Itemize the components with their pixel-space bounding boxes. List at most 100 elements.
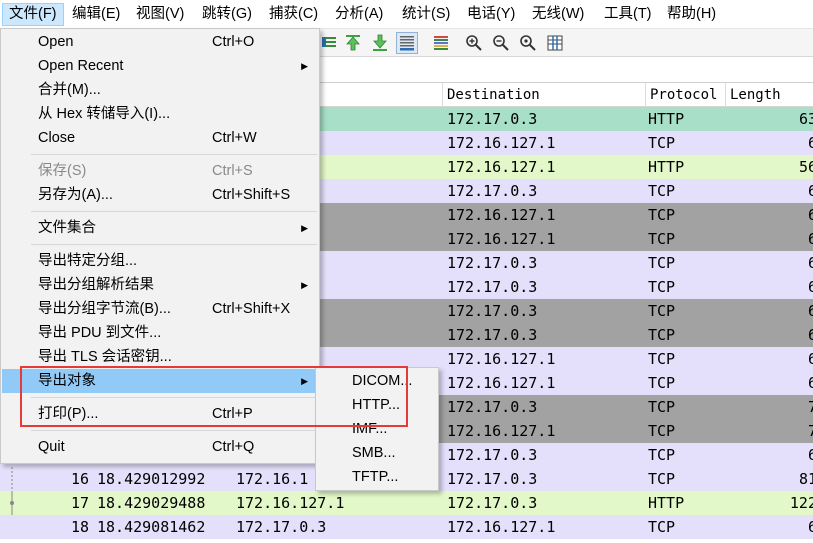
packet-time-cell: 18.429081462 [97, 518, 206, 536]
submenu-item-imf[interactable]: IMF... [317, 417, 437, 441]
packet-destination-cell: 172.16.127.1 [447, 374, 556, 392]
menu-item-quit[interactable]: Quit Ctrl+Q [2, 435, 320, 459]
packet-destination-cell: 172.16.127.1 [447, 350, 556, 368]
packet-destination-cell: 172.16.127.1 [447, 518, 556, 536]
packet-time-cell: 18.429029488 [97, 494, 206, 512]
menu-capture[interactable]: 捕获(C) [263, 3, 324, 26]
zoom-in-icon[interactable] [463, 32, 485, 54]
packet-length-cell: 63 [798, 110, 813, 128]
packet-destination-cell: 172.17.0.3 [447, 398, 538, 416]
packet-length-cell: 6 [807, 230, 813, 248]
submenu-arrow-icon: ▶ [301, 223, 308, 233]
packet-destination-cell: 172.17.0.3 [447, 302, 538, 320]
packet-source-cell: 172.16.1 [236, 470, 309, 488]
packet-length-cell: 6 [807, 518, 813, 536]
menu-separator [31, 154, 317, 155]
packet-length-cell: 56 [798, 158, 813, 176]
autoscroll-icon[interactable] [396, 32, 418, 54]
resize-columns-icon[interactable] [544, 32, 566, 54]
menu-item-export-packet-dissections[interactable]: 导出分组解析结果 ▶ [2, 273, 320, 297]
packet-destination-cell: 172.16.127.1 [447, 134, 556, 152]
menu-item-open-recent[interactable]: Open Recent ▶ [2, 54, 320, 78]
menu-bar: 文件(F) 编辑(E) 视图(V) 跳转(G) 捕获(C) 分析(A) 统计(S… [0, 0, 813, 29]
packet-length-cell: 81 [798, 470, 813, 488]
export-objects-submenu: DICOM... HTTP... IMF... SMB... TFTP... [315, 367, 439, 491]
colorize-icon[interactable] [430, 32, 452, 54]
packet-destination-cell: 172.17.0.3 [447, 446, 538, 464]
submenu-item-smb[interactable]: SMB... [317, 441, 437, 465]
menu-item-print[interactable]: 打印(P)... Ctrl+P [2, 402, 320, 426]
packet-length-cell: 6 [807, 326, 813, 344]
menu-item-import-hex[interactable]: 从 Hex 转储导入(I)... [2, 102, 320, 126]
menu-item-file-set[interactable]: 文件集合 ▶ [2, 216, 320, 240]
menu-file[interactable]: 文件(F) [2, 3, 64, 26]
packet-length-cell: 6 [807, 374, 813, 392]
menu-statistics[interactable]: 统计(S) [396, 3, 456, 26]
packet-destination-cell: 172.17.0.3 [447, 326, 538, 344]
menu-item-export-pdus[interactable]: 导出 PDU 到文件... [2, 321, 320, 345]
packet-protocol-cell: TCP [648, 134, 676, 152]
go-down-icon[interactable] [369, 32, 391, 54]
packet-length-cell: 7 [807, 398, 813, 416]
submenu-item-dicom[interactable]: DICOM... [317, 369, 437, 393]
column-header-destination[interactable]: Destination [442, 83, 646, 107]
menu-item-save-as[interactable]: 另存为(A)... Ctrl+Shift+S [2, 183, 320, 207]
menu-edit[interactable]: 编辑(E) [66, 3, 126, 26]
table-row[interactable]: 17 18.429029488 172.16.127.1 172.17.0.3 HTTP… [0, 491, 813, 515]
packet-protocol-cell: TCP [648, 350, 676, 368]
packet-length-cell: 6 [807, 182, 813, 200]
menu-item-export-tls-keys[interactable]: 导出 TLS 会话密钥... [2, 345, 320, 369]
packet-number-cell: 16 [70, 470, 89, 488]
zoom-reset-icon[interactable] [517, 32, 539, 54]
packet-destination-cell: 172.17.0.3 [447, 470, 538, 488]
packet-length-cell: 6 [807, 206, 813, 224]
submenu-arrow-icon: ▶ [301, 376, 308, 386]
packet-protocol-cell: TCP [648, 206, 676, 224]
coloring-rules-icon[interactable] [318, 32, 340, 54]
menu-separator [31, 397, 317, 398]
menu-tools[interactable]: 工具(T) [598, 3, 658, 26]
packet-protocol-cell: TCP [648, 278, 676, 296]
menu-item-export-packet-bytes[interactable]: 导出分组字节流(B)... Ctrl+Shift+X [2, 297, 320, 321]
menu-go[interactable]: 跳转(G) [196, 3, 258, 26]
menu-telephony[interactable]: 电话(Y) [461, 3, 521, 26]
menu-wireless[interactable]: 无线(W) [526, 3, 590, 26]
packet-protocol-cell: HTTP [648, 494, 685, 512]
packet-protocol-cell: TCP [648, 446, 676, 464]
file-menu: Open Ctrl+O Open Recent ▶ 合并(M)... 从 Hex 转… [0, 28, 320, 464]
go-up-icon[interactable] [342, 32, 364, 54]
menu-item-merge[interactable]: 合并(M)... [2, 78, 320, 102]
packet-length-cell: 6 [807, 446, 813, 464]
menu-item-save: 保存(S) Ctrl+S [38, 163, 253, 179]
packet-destination-cell: 172.16.127.1 [447, 230, 556, 248]
packet-number-cell: 17 [70, 494, 89, 512]
packet-protocol-cell: TCP [648, 398, 676, 416]
packet-length-cell: 122 [789, 494, 813, 512]
zoom-out-icon[interactable] [490, 32, 512, 54]
menu-view[interactable]: 视图(V) [130, 3, 190, 26]
packet-length-cell: 6 [807, 302, 813, 320]
column-header-length[interactable]: Length [725, 83, 813, 107]
menu-analyze[interactable]: 分析(A) [329, 3, 389, 26]
related-packet-marker [8, 491, 17, 515]
table-row[interactable]: 18 18.429081462 172.17.0.3 172.16.127.1 TCP 6 [0, 515, 813, 539]
submenu-item-http[interactable]: HTTP... [317, 393, 437, 417]
packet-protocol-cell: TCP [648, 182, 676, 200]
menu-help[interactable]: 帮助(H) [661, 3, 722, 26]
menu-item-export-specified-packets[interactable]: 导出特定分组... [2, 249, 320, 273]
column-header-protocol[interactable]: Protocol [645, 83, 726, 107]
menu-item-open[interactable]: Open Ctrl+O [2, 30, 320, 54]
packet-protocol-cell: TCP [648, 518, 676, 536]
menu-item-close[interactable]: Close Ctrl+W [2, 126, 320, 150]
packet-protocol-cell: HTTP [648, 158, 685, 176]
packet-source-cell: 172.17.0.3 [236, 518, 327, 536]
packet-time-cell: 18.429012992 [97, 470, 206, 488]
submenu-item-tftp[interactable]: TFTP... [317, 465, 437, 489]
packet-destination-cell: 172.16.127.1 [447, 422, 556, 440]
packet-length-cell: 6 [807, 134, 813, 152]
menu-item-export-objects[interactable]: 导出对象 ▶ [2, 369, 320, 393]
packet-protocol-cell: HTTP [648, 110, 685, 128]
packet-protocol-cell: TCP [648, 254, 676, 272]
submenu-arrow-icon: ▶ [301, 280, 308, 290]
packet-length-cell: 7 [807, 422, 813, 440]
